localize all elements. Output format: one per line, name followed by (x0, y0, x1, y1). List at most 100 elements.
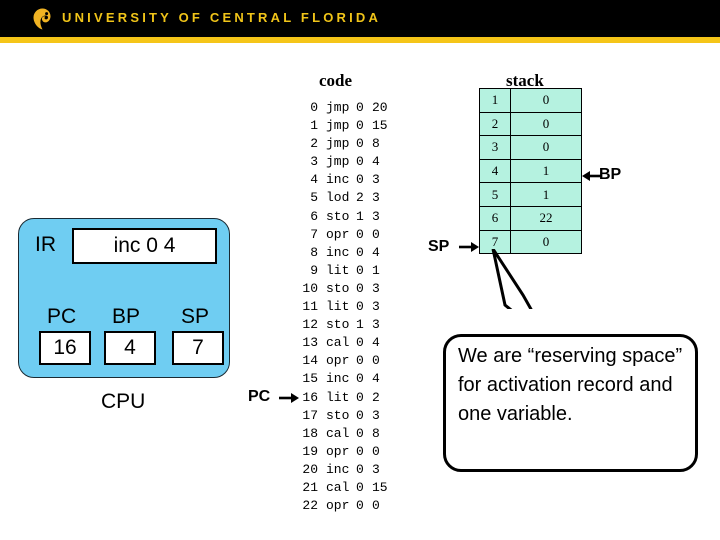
code-level: 0 (356, 136, 364, 152)
stack-table: 1 0 2 0 3 0 4 1 5 1 6 22 7 0 (479, 88, 582, 255)
code-level: 0 (356, 498, 364, 514)
code-modifier: 4 (372, 244, 380, 260)
code-level: 0 (356, 353, 364, 369)
code-modifier: 15 (372, 118, 388, 134)
code-line: 18 cal 0 8 (296, 425, 388, 443)
code-line: 20 inc 0 3 (296, 461, 388, 479)
code-line: 11 lit 0 3 (296, 298, 388, 316)
code-line-number: 2 (310, 136, 318, 152)
code-opcode: inc (326, 244, 350, 260)
stack-row: 6 22 (479, 205, 582, 231)
code-line: 3 jmp 0 4 (296, 153, 388, 171)
stack-row: 51 (479, 182, 582, 207)
code-opcode: opr (326, 443, 350, 459)
sp-register-value: 7 (172, 331, 224, 365)
stack-row-index: 6 (479, 205, 511, 231)
sp-pointer-arrow-icon (459, 242, 479, 252)
ir-register-value: inc 0 4 (72, 228, 217, 264)
code-level: 0 (356, 407, 364, 423)
code-line: 21 cal 0 15 (296, 479, 388, 497)
code-level: 0 (356, 226, 364, 242)
code-modifier: 0 (372, 498, 380, 514)
header-gold-stripe (0, 37, 720, 43)
code-line-number: 3 (310, 154, 318, 170)
code-line-number: 22 (302, 498, 318, 514)
code-modifier: 3 (372, 461, 380, 477)
code-level: 0 (356, 280, 364, 296)
code-line: 1 jmp 0 15 (296, 117, 388, 135)
code-level: 0 (356, 262, 364, 278)
code-line-number: 9 (310, 262, 318, 278)
stack-row-value: 22 (510, 205, 582, 231)
code-opcode: jmp (326, 154, 350, 170)
bp-register-label: BP (112, 305, 141, 328)
code-line: 12 sto 1 3 (296, 316, 388, 334)
code-level: 0 (356, 371, 364, 387)
code-line-number: 19 (302, 443, 318, 459)
code-line-number: 8 (310, 244, 318, 260)
cpu-caption: CPU (101, 390, 146, 413)
code-line-number: 7 (310, 226, 318, 242)
code-line-number: 5 (310, 190, 318, 206)
code-line: 2 jmp 0 8 (296, 135, 388, 153)
stack-row: 30 (479, 135, 582, 160)
code-opcode: inc (326, 172, 350, 188)
code-modifier: 0 (372, 353, 380, 369)
code-level: 0 (356, 118, 364, 134)
code-opcode: cal (326, 479, 350, 495)
stack-row: 41 (479, 158, 582, 184)
code-line: 0 jmp 0 20 (296, 99, 388, 117)
code-opcode: sto (326, 280, 350, 296)
stack-row-index: 5 (479, 182, 511, 207)
code-line: 15 inc 0 4 (296, 370, 388, 388)
code-line: 13 cal 0 4 (296, 334, 388, 352)
code-opcode: cal (326, 335, 350, 351)
code-level: 0 (356, 443, 364, 459)
callout-tail-icon (491, 249, 553, 341)
code-opcode: inc (326, 371, 350, 387)
code-modifier: 0 (372, 226, 380, 242)
code-opcode: opr (326, 226, 350, 242)
code-level: 0 (356, 299, 364, 315)
code-modifier: 3 (372, 280, 380, 296)
code-level: 0 (356, 461, 364, 477)
code-line-number: 20 (302, 461, 318, 477)
code-level: 0 (356, 172, 364, 188)
code-opcode: lit (326, 299, 350, 315)
code-level: 0 (356, 244, 364, 260)
code-level: 0 (356, 100, 364, 115)
code-level: 2 (356, 190, 364, 206)
ucf-wordmark: UNIVERSITY OF CENTRAL FLORIDA (62, 10, 382, 25)
bp-register-value: 4 (104, 331, 156, 365)
stack-row-value: 0 (510, 88, 582, 113)
code-opcode: inc (326, 461, 350, 477)
bp-pointer-label: BP (599, 166, 622, 183)
code-section-heading: code (319, 71, 353, 90)
code-modifier: 3 (372, 190, 380, 206)
bp-pointer-arrow-icon (582, 171, 602, 181)
stack-row: 10 (479, 88, 582, 113)
code-opcode: opr (326, 353, 350, 369)
code-modifier: 1 (372, 262, 380, 278)
code-listing: 0 jmp 0 20 1 jmp 0 15 2 jmp 0 8 3 jmp 0 4 4 inc 0 3 5 lod 2 3 6 s… (296, 99, 388, 515)
code-line: 5 lod 2 3 (296, 189, 388, 207)
code-opcode: sto (326, 317, 350, 333)
code-level: 1 (356, 208, 364, 224)
code-modifier: 8 (372, 136, 380, 152)
code-line: 14 opr 0 0 (296, 352, 388, 370)
code-line-number: 12 (302, 317, 318, 333)
code-opcode: lit (326, 262, 350, 278)
code-opcode: opr (326, 498, 350, 514)
code-line-number: 14 (302, 353, 318, 369)
code-line-number: 0 (310, 100, 318, 115)
code-line: 8 inc 0 4 (296, 244, 388, 262)
code-level: 0 (356, 335, 364, 351)
stack-row-value: 1 (510, 182, 582, 207)
ir-register-label: IR (35, 233, 56, 256)
code-modifier: 4 (372, 154, 380, 170)
code-line: 16 lit 0 2 (296, 389, 388, 407)
code-level: 1 (356, 317, 364, 333)
stack-row-index: 2 (479, 111, 511, 137)
code-modifier: 15 (372, 479, 388, 495)
code-modifier: 20 (372, 100, 388, 115)
